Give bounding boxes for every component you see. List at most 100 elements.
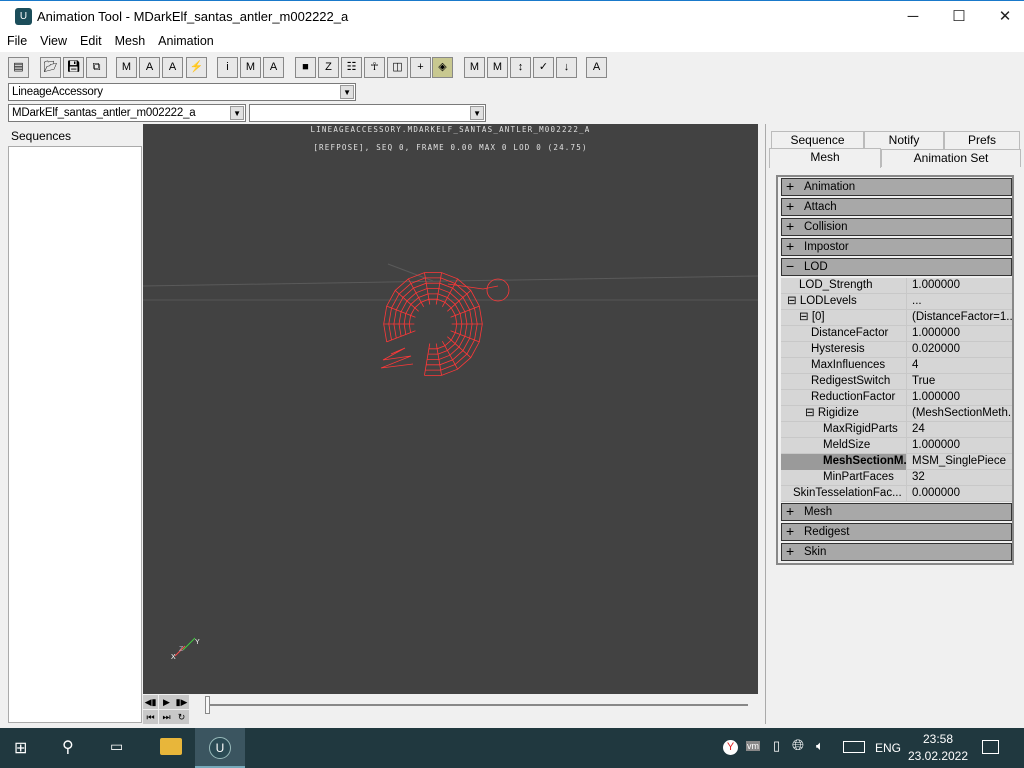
collapse-icon[interactable]: − — [786, 258, 794, 274]
clock-time[interactable]: 23:58 — [905, 732, 971, 746]
tab-sequence[interactable]: Sequence — [771, 131, 864, 149]
property-row[interactable]: Hysteresis 0.020000 — [781, 342, 1012, 358]
property-value[interactable]: 1.000000 — [912, 278, 1012, 293]
category-attach[interactable]: + Attach — [781, 198, 1012, 216]
category-collision[interactable]: + Collision — [781, 218, 1012, 236]
category-animation[interactable]: + Animation — [781, 178, 1012, 196]
search-icon[interactable]: ⚲ — [62, 737, 74, 757]
mesh-save-icon[interactable]: M — [487, 57, 508, 78]
mesh-props-icon[interactable]: M — [116, 57, 137, 78]
property-value[interactable]: 4 — [912, 358, 1012, 373]
package-combo[interactable]: LineageAccessory ▼ — [8, 83, 356, 101]
category-impostor[interactable]: + Impostor — [781, 238, 1012, 256]
actor-icon[interactable]: A — [586, 57, 607, 78]
go-end-button[interactable]: ⏭ — [159, 710, 174, 724]
expand-icon[interactable]: + — [786, 178, 794, 194]
property-row[interactable]: ⊟ Rigidize (MeshSectionMeth... — [781, 406, 1012, 422]
menu-view[interactable]: View — [33, 32, 73, 48]
expand-icon[interactable]: + — [786, 543, 794, 559]
category-skin[interactable]: + Skin — [781, 543, 1012, 561]
check-icon[interactable]: ✓ — [533, 57, 554, 78]
property-row[interactable]: MeshSectionM... MSM_SinglePiece — [781, 454, 1012, 470]
usb-icon[interactable]: ▯ — [773, 738, 780, 754]
property-row[interactable]: DistanceFactor 1.000000 — [781, 326, 1012, 342]
unreal-taskbar-button[interactable]: U — [195, 728, 245, 768]
property-row[interactable]: SkinTesselationFac... 0.000000 — [781, 486, 1012, 502]
box-icon[interactable]: ■ — [295, 57, 316, 78]
property-row[interactable]: ReductionFactor 1.000000 — [781, 390, 1012, 406]
property-value[interactable]: True — [912, 374, 1012, 389]
network-icon[interactable]: 🌐︎ — [792, 737, 804, 754]
tab-mesh[interactable]: Mesh — [769, 148, 881, 168]
anim-props-icon[interactable]: A — [139, 57, 160, 78]
property-row[interactable]: LOD_Strength 1.000000 — [781, 278, 1012, 294]
open-icon[interactable]: 📂︎ — [40, 57, 61, 78]
notifications-icon[interactable] — [982, 740, 999, 754]
property-row[interactable]: MaxRigidParts 24 — [781, 422, 1012, 438]
skeleton-icon[interactable]: ☷ — [341, 57, 362, 78]
property-value[interactable]: 1.000000 — [912, 438, 1012, 453]
tab-prefs[interactable]: Prefs — [944, 131, 1020, 149]
pivot-icon[interactable]: + — [410, 57, 431, 78]
language-indicator[interactable]: ENG — [875, 741, 901, 755]
dropdown-arrow-icon[interactable]: ▼ — [340, 85, 354, 99]
expand-icon[interactable]: + — [786, 503, 794, 519]
clock-date[interactable]: 23.02.2022 — [905, 749, 971, 763]
keyboard-icon[interactable] — [843, 741, 865, 753]
bones-icon[interactable]: Z — [318, 57, 339, 78]
link-icon[interactable]: ⚡ — [186, 57, 207, 78]
anim-import-icon[interactable]: A — [263, 57, 284, 78]
lod-icon[interactable]: ◈ — [432, 57, 453, 78]
menu-mesh[interactable]: Mesh — [108, 32, 152, 48]
browser-icon[interactable]: ▤ — [8, 57, 29, 78]
file-explorer-icon[interactable] — [160, 738, 182, 755]
volume-icon[interactable]: 🔈︎ — [816, 738, 824, 754]
property-value[interactable]: (MeshSectionMeth... — [912, 406, 1012, 421]
add-anim-icon[interactable]: A — [162, 57, 183, 78]
yandex-icon[interactable]: Y — [723, 740, 738, 755]
property-value[interactable]: 1.000000 — [912, 326, 1012, 341]
play-button[interactable]: ▶ — [159, 695, 174, 709]
redigest-icon[interactable]: ↕ — [510, 57, 531, 78]
wireframe-icon[interactable]: ◫ — [387, 57, 408, 78]
property-row[interactable]: ⊟ [0] (DistanceFactor=1.... — [781, 310, 1012, 326]
animset-combo[interactable]: ▼ — [249, 104, 486, 122]
category-mesh[interactable]: + Mesh — [781, 503, 1012, 521]
mesh-combo[interactable]: MDarkElf_santas_antler_m002222_a ▼ — [8, 104, 246, 122]
property-row[interactable]: RedigestSwitch True — [781, 374, 1012, 390]
step-forward-button[interactable]: ▮▶ — [174, 695, 189, 709]
menu-animation[interactable]: Animation — [151, 32, 220, 48]
info-icon[interactable]: i — [217, 57, 238, 78]
copy-icon[interactable]: ⧉ — [86, 57, 107, 78]
tab-animation-set[interactable]: Animation Set — [881, 149, 1021, 167]
expand-icon[interactable]: + — [786, 198, 794, 214]
expand-icon[interactable]: + — [786, 238, 794, 254]
property-value[interactable]: 32 — [912, 470, 1012, 485]
timeline-track[interactable] — [205, 704, 748, 706]
property-row[interactable]: MeldSize 1.000000 — [781, 438, 1012, 454]
vmware-icon[interactable]: vm — [746, 741, 760, 751]
sequences-list[interactable] — [8, 146, 142, 723]
close-button[interactable]: ✕ — [982, 1, 1024, 33]
dropdown-arrow-icon[interactable]: ▼ — [470, 106, 484, 120]
property-value[interactable]: 0.000000 — [912, 486, 1012, 501]
category-lod[interactable]: − LOD — [781, 258, 1012, 276]
save-icon[interactable]: 💾︎ — [63, 57, 84, 78]
property-value[interactable]: (DistanceFactor=1.... — [912, 310, 1012, 325]
property-value[interactable]: MSM_SinglePiece — [912, 454, 1012, 469]
task-view-icon[interactable]: ▭ — [110, 738, 123, 755]
maximize-button[interactable]: ☐ — [936, 1, 982, 33]
expand-icon[interactable]: + — [786, 218, 794, 234]
loop-button[interactable]: ↻ — [174, 710, 189, 724]
property-value[interactable]: 1.000000 — [912, 390, 1012, 405]
timeline-slider-thumb[interactable] — [205, 696, 210, 714]
windows-start-icon[interactable]: ⊞ — [14, 738, 27, 758]
property-row[interactable]: MinPartFaces 32 — [781, 470, 1012, 486]
go-start-button[interactable]: ⏮ — [143, 710, 158, 724]
figure-icon[interactable]: ☥ — [364, 57, 385, 78]
tab-notify[interactable]: Notify — [864, 131, 944, 149]
menu-file[interactable]: File — [0, 32, 33, 48]
step-back-button[interactable]: ◀▮ — [143, 695, 158, 709]
property-row[interactable]: MaxInfluences 4 — [781, 358, 1012, 374]
expand-icon[interactable]: + — [786, 523, 794, 539]
